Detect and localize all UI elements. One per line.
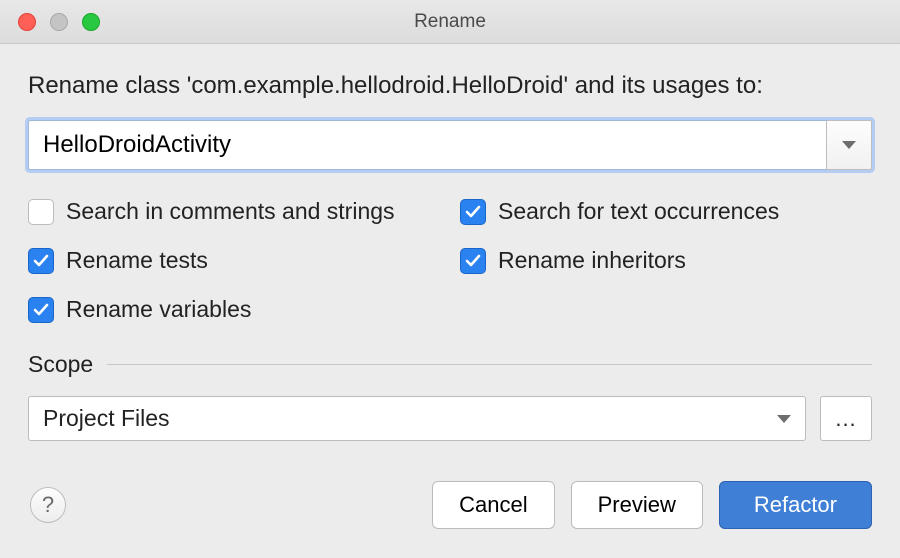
refactor-button[interactable]: Refactor [719, 481, 872, 529]
checkbox-label: Rename inheritors [498, 247, 686, 274]
chevron-down-icon [777, 415, 791, 423]
separator [107, 364, 872, 365]
checkbox-icon [28, 248, 54, 274]
scope-header: Scope [28, 351, 872, 378]
maximize-window-button[interactable] [82, 13, 100, 31]
scope-controls: Project Files ... [28, 396, 872, 441]
window-controls [18, 13, 100, 31]
rename-inheritors-checkbox[interactable]: Rename inheritors [460, 247, 872, 274]
dialog-content: Rename class 'com.example.hellodroid.Hel… [0, 44, 900, 553]
help-button[interactable]: ? [30, 487, 66, 523]
checkbox-label: Search in comments and strings [66, 198, 395, 225]
scope-selected-value: Project Files [43, 405, 170, 432]
checkbox-icon [460, 248, 486, 274]
checkbox-label: Rename variables [66, 296, 251, 323]
cancel-button[interactable]: Cancel [432, 481, 554, 529]
scope-dropdown[interactable]: Project Files [28, 396, 806, 441]
new-name-input[interactable] [28, 120, 826, 170]
new-name-field [28, 120, 872, 170]
checkbox-icon [28, 199, 54, 225]
name-history-dropdown-button[interactable] [826, 120, 872, 170]
title-bar: Rename [0, 0, 900, 44]
scope-browse-button[interactable]: ... [820, 396, 872, 441]
rename-tests-checkbox[interactable]: Rename tests [28, 247, 440, 274]
search-text-checkbox[interactable]: Search for text occurrences [460, 198, 872, 225]
close-window-button[interactable] [18, 13, 36, 31]
window-title: Rename [0, 11, 900, 33]
rename-variables-checkbox[interactable]: Rename variables [28, 296, 440, 323]
preview-button[interactable]: Preview [571, 481, 703, 529]
checkbox-icon [460, 199, 486, 225]
search-comments-checkbox[interactable]: Search in comments and strings [28, 198, 440, 225]
checkbox-icon [28, 297, 54, 323]
checkbox-label: Rename tests [66, 247, 208, 274]
dialog-footer: ? Cancel Preview Refactor [28, 481, 872, 529]
chevron-down-icon [842, 141, 856, 149]
rename-prompt: Rename class 'com.example.hellodroid.Hel… [28, 72, 872, 100]
minimize-window-button[interactable] [50, 13, 68, 31]
options-grid: Search in comments and strings Search fo… [28, 198, 872, 323]
scope-label: Scope [28, 351, 93, 378]
checkbox-label: Search for text occurrences [498, 198, 779, 225]
